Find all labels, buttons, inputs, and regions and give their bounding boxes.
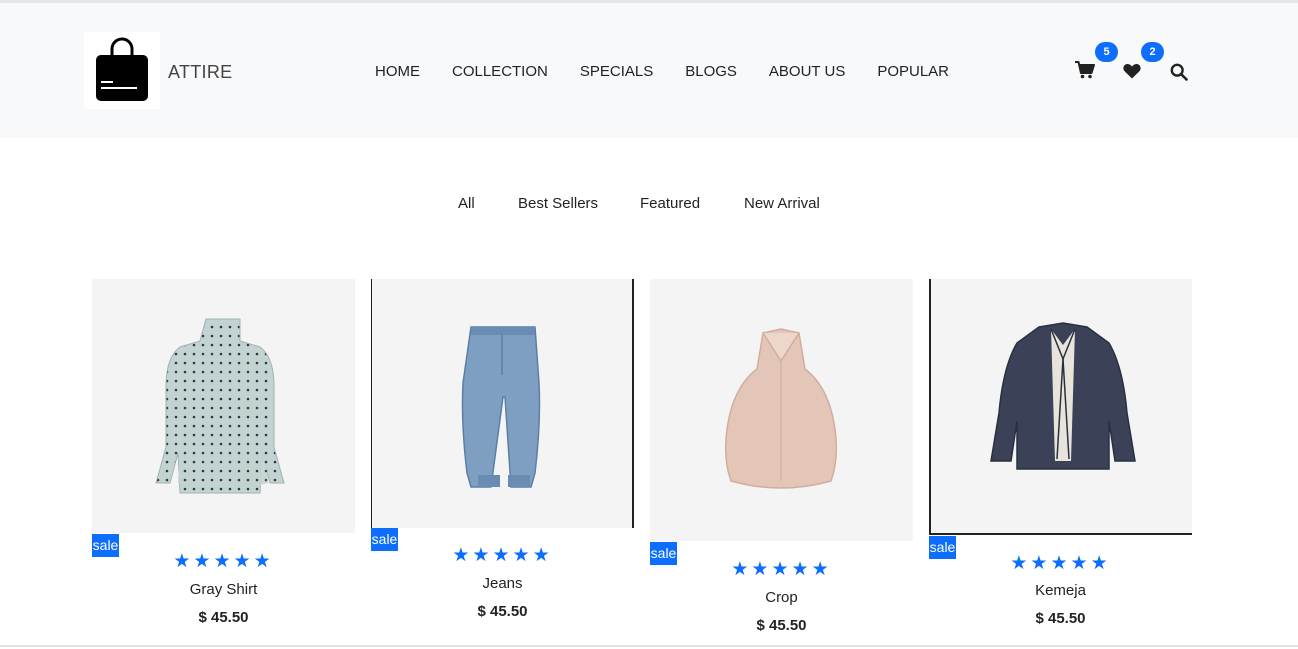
blouse-image [155,318,285,494]
star-icon: ★ [751,559,772,580]
site-header: ATTIRE HOME COLLECTION SPECIALS BLOGS AB… [0,3,1298,138]
main-nav: HOME COLLECTION SPECIALS BLOGS ABOUT US … [375,63,981,80]
star-icon: ★ [1030,553,1051,574]
product-image[interactable] [650,279,913,541]
heart-icon [1123,63,1141,79]
star-icon: ★ [1010,553,1031,574]
brand-name[interactable]: ATTIRE [168,62,232,83]
jeans-image [461,326,541,488]
product-price: $ 45.50 [477,603,528,620]
product-image[interactable] [92,279,355,533]
star-icon: ★ [771,559,792,580]
star-icon: ★ [233,551,254,572]
filter-best-sellers[interactable]: Best Sellers [518,195,598,212]
star-icon: ★ [1090,553,1111,574]
product-title[interactable]: Gray Shirt [92,581,355,598]
product-price: $ 45.50 [756,617,807,634]
star-icon: ★ [512,545,533,566]
product-title[interactable]: Crop [650,589,913,606]
nav-about-us[interactable]: ABOUT US [769,63,845,80]
rating-stars: ★★★★★ [650,558,913,581]
jacket-image [990,322,1136,470]
star-icon: ★ [472,545,493,566]
filter-all[interactable]: All [458,195,475,212]
bottom-border [0,645,1298,647]
rating-stars: ★★★★★ [929,552,1192,575]
nav-home[interactable]: HOME [375,63,420,80]
star-icon: ★ [492,545,513,566]
nav-blogs[interactable]: BLOGS [685,63,737,80]
star-icon: ★ [811,559,832,580]
product-title[interactable]: Jeans [371,575,634,592]
star-icon: ★ [532,545,553,566]
product-title[interactable]: Kemeja [929,582,1192,599]
cart-icon [1075,61,1095,79]
product-price: $ 45.50 [1035,610,1086,627]
star-icon: ★ [1070,553,1091,574]
star-icon: ★ [791,559,812,580]
nav-collection[interactable]: COLLECTION [452,63,548,80]
wishlist-count-badge: 2 [1141,42,1164,62]
product-image[interactable] [929,279,1192,535]
star-icon: ★ [173,551,194,572]
product-image[interactable] [371,279,634,528]
star-icon: ★ [253,551,274,572]
star-icon: ★ [1050,553,1071,574]
search-button[interactable] [1170,63,1192,85]
filter-featured[interactable]: Featured [640,195,700,212]
nav-specials[interactable]: SPECIALS [580,63,653,80]
wishlist-button[interactable] [1123,63,1145,85]
star-icon: ★ [452,545,473,566]
star-icon: ★ [731,559,752,580]
search-icon [1170,63,1188,81]
product-price: $ 45.50 [198,609,249,626]
cart-count-badge: 5 [1095,42,1118,62]
crop-top-image [724,328,838,489]
rating-stars: ★★★★★ [371,544,634,567]
shopping-bag-icon [96,37,148,101]
cart-button[interactable] [1075,61,1097,83]
rating-stars: ★★★★★ [92,550,355,573]
nav-popular[interactable]: POPULAR [877,63,949,80]
filter-new-arrival[interactable]: New Arrival [744,195,820,212]
star-icon: ★ [213,551,234,572]
star-icon: ★ [193,551,214,572]
logo[interactable] [84,32,160,109]
